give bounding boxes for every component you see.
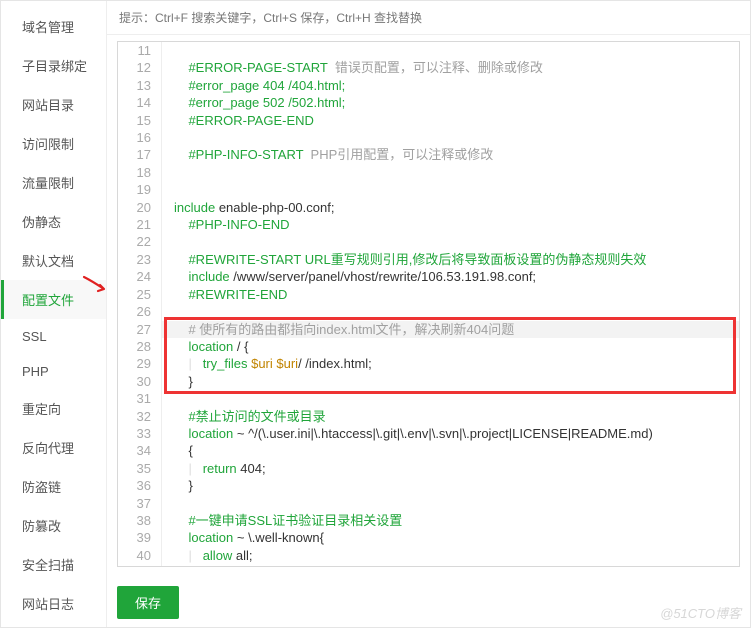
- watermark: @51CTO博客: [660, 603, 741, 622]
- code-line-21[interactable]: 21 #PHP-INFO-END: [118, 216, 739, 233]
- sidebar-item-reverse-proxy[interactable]: 反向代理: [1, 428, 106, 467]
- code-line-37[interactable]: 37: [118, 495, 739, 512]
- code-line-41[interactable]: 41 | }: [118, 564, 739, 567]
- sidebar-item-security-scan[interactable]: 安全扫描: [1, 545, 106, 584]
- sidebar-item-default-doc[interactable]: 默认文档: [1, 241, 106, 280]
- sidebar-item-site-log[interactable]: 网站日志: [1, 584, 106, 623]
- sidebar-item-config-file[interactable]: 配置文件: [1, 280, 106, 319]
- sidebar-item-redirect[interactable]: 重定向: [1, 389, 106, 428]
- code-line-18[interactable]: 18: [118, 164, 739, 181]
- sidebar-item-traffic-limit[interactable]: 流量限制: [1, 163, 106, 202]
- sidebar-item-domain-manage[interactable]: 域名管理: [1, 7, 106, 46]
- code-line-36[interactable]: 36 }: [118, 477, 739, 494]
- code-line-39[interactable]: 39 location ~ \.well-known{: [118, 529, 739, 546]
- code-line-15[interactable]: 15 #ERROR-PAGE-END: [118, 112, 739, 129]
- sidebar-item-ssl[interactable]: SSL: [1, 319, 106, 354]
- code-line-35[interactable]: 35 | return 404;: [118, 460, 739, 477]
- code-line-34[interactable]: 34 {: [118, 442, 739, 459]
- code-line-12[interactable]: 12 #ERROR-PAGE-START 错误页配置，可以注释、删除或修改: [118, 59, 739, 76]
- sidebar-item-rewrite[interactable]: 伪静态: [1, 202, 106, 241]
- sidebar-item-php[interactable]: PHP: [1, 354, 106, 389]
- code-line-33[interactable]: 33 location ~ ^/(\.user.ini|\.htaccess|\…: [118, 425, 739, 442]
- code-line-23[interactable]: 23 #REWRITE-START URL重写规则引用,修改后将导致面板设置的伪…: [118, 251, 739, 268]
- code-line-17[interactable]: 17 #PHP-INFO-START PHP引用配置，可以注释或修改: [118, 146, 739, 163]
- code-line-20[interactable]: 20include enable-php-00.conf;: [118, 199, 739, 216]
- sidebar-item-site-dir[interactable]: 网站目录: [1, 85, 106, 124]
- code-line-29[interactable]: 29 | try_files $uri $uri/ /index.html;: [118, 355, 739, 372]
- editor-hint: 提示：Ctrl+F 搜索关键字，Ctrl+S 保存，Ctrl+H 查找替换: [107, 1, 750, 35]
- code-line-32[interactable]: 32 #禁止访问的文件或目录: [118, 408, 739, 425]
- sidebar-item-tamper[interactable]: 防篡改: [1, 506, 106, 545]
- code-line-27[interactable]: 27 # 使所有的路由都指向index.html文件，解决刷新404问题: [118, 321, 739, 338]
- code-line-14[interactable]: 14 #error_page 502 /502.html;: [118, 94, 739, 111]
- main-panel: 提示：Ctrl+F 搜索关键字，Ctrl+S 保存，Ctrl+H 查找替换 11…: [107, 1, 750, 627]
- sidebar-item-subdir-bind[interactable]: 子目录绑定: [1, 46, 106, 85]
- code-line-13[interactable]: 13 #error_page 404 /404.html;: [118, 77, 739, 94]
- code-line-22[interactable]: 22: [118, 233, 739, 250]
- code-line-19[interactable]: 19: [118, 181, 739, 198]
- code-line-24[interactable]: 24 include /www/server/panel/vhost/rewri…: [118, 268, 739, 285]
- code-line-31[interactable]: 31: [118, 390, 739, 407]
- code-line-28[interactable]: 28 location / {: [118, 338, 739, 355]
- code-line-25[interactable]: 25 #REWRITE-END: [118, 286, 739, 303]
- code-line-40[interactable]: 40 | allow all;: [118, 547, 739, 564]
- sidebar-item-antileech[interactable]: 防盗链: [1, 467, 106, 506]
- code-line-38[interactable]: 38 #一键申请SSL证书验证目录相关设置: [118, 512, 739, 529]
- save-button[interactable]: 保存: [117, 586, 179, 619]
- code-line-26[interactable]: 26: [118, 303, 739, 320]
- sidebar-item-access-limit[interactable]: 访问限制: [1, 124, 106, 163]
- code-line-30[interactable]: 30 }: [118, 373, 739, 390]
- code-line-16[interactable]: 16: [118, 129, 739, 146]
- sidebar: 域名管理子目录绑定网站目录访问限制流量限制伪静态默认文档配置文件SSLPHP重定…: [1, 1, 107, 627]
- config-editor[interactable]: 1112 #ERROR-PAGE-START 错误页配置，可以注释、删除或修改1…: [117, 41, 740, 567]
- code-line-11[interactable]: 11: [118, 42, 739, 59]
